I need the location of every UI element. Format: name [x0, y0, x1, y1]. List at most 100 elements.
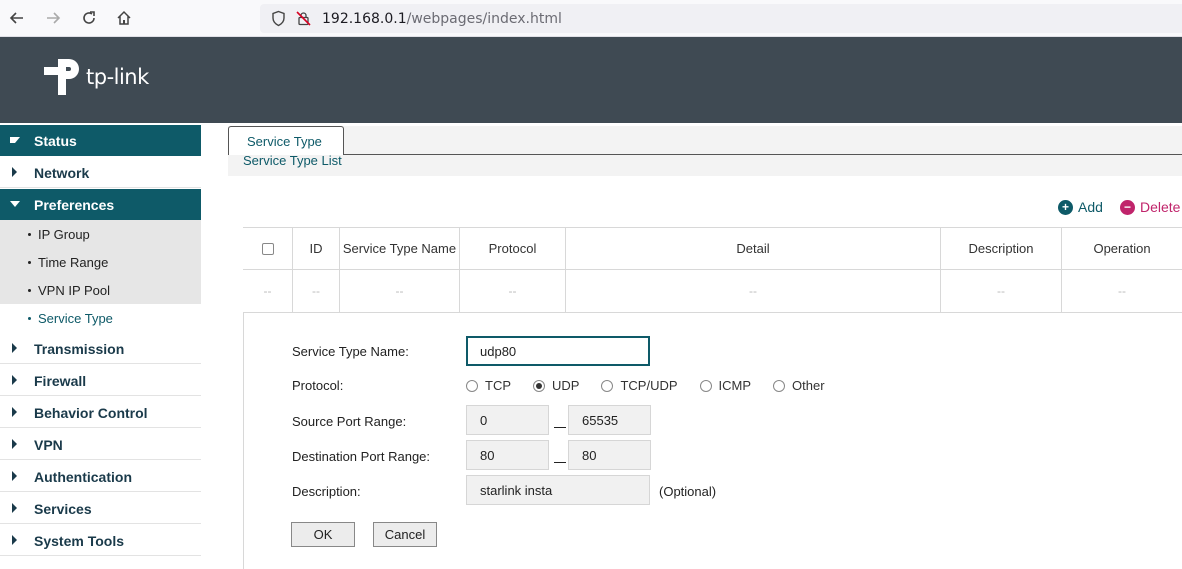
- sidebar-subitem-service-type[interactable]: Service Type: [0, 304, 201, 332]
- chevron-right-icon: [12, 407, 17, 417]
- destination-port-range-label: Destination Port Range:: [292, 449, 431, 464]
- column-header-protocol[interactable]: Protocol: [460, 228, 566, 269]
- radio-icon: [466, 379, 478, 392]
- source-port-to-input[interactable]: 65535: [568, 405, 651, 435]
- service-type-name-input[interactable]: udp80: [466, 336, 650, 366]
- sidebar-item-label: Firewall: [34, 373, 87, 389]
- app-header: tp-link: [0, 37, 1182, 123]
- browser-toolbar: 192.168.0.1/webpages/index.html: [0, 0, 1182, 37]
- radio-label: ICMP: [718, 378, 752, 393]
- column-header-detail[interactable]: Detail: [566, 228, 941, 269]
- bullet-icon: [28, 289, 31, 292]
- sidebar-item-label: Authentication: [34, 469, 132, 485]
- destination-port-from-input[interactable]: 80: [466, 440, 549, 470]
- sidebar-subitem-time-range[interactable]: Time Range: [0, 248, 201, 276]
- url-text: 192.168.0.1/webpages/index.html: [322, 11, 562, 27]
- sidebar-subitem-label: IP Group: [38, 227, 90, 242]
- back-icon[interactable]: [6, 7, 28, 29]
- tab-service-type[interactable]: Service Type: [228, 126, 344, 155]
- sidebar-subitem-label: VPN IP Pool: [38, 283, 111, 298]
- chevron-right-icon: [12, 535, 17, 545]
- delete-button[interactable]: − Delete: [1120, 199, 1180, 215]
- chevron-right-icon: [12, 375, 17, 385]
- description-input[interactable]: starlink insta: [466, 475, 650, 505]
- table-cell: --: [460, 270, 566, 312]
- sidebar-item-system-tools[interactable]: System Tools: [0, 525, 201, 556]
- optional-hint: (Optional): [659, 484, 717, 499]
- sidebar-item-vpn[interactable]: VPN: [0, 429, 201, 460]
- table-cell: --: [243, 270, 293, 312]
- section-title: Service Type List: [243, 153, 342, 168]
- bullet-icon: [28, 261, 31, 264]
- destination-port-to-input[interactable]: 80: [568, 440, 651, 470]
- range-dash: [554, 427, 566, 428]
- sidebar-item-label: Status: [34, 133, 77, 149]
- add-button[interactable]: + Add: [1058, 199, 1103, 215]
- forward-icon[interactable]: [42, 7, 64, 29]
- sidebar-item-label: Services: [34, 501, 92, 517]
- radio-label: TCP: [485, 378, 511, 393]
- sidebar-item-status[interactable]: Status: [0, 125, 201, 156]
- insecure-lock-icon[interactable]: [295, 10, 312, 27]
- radio-label: TCP/UDP: [620, 378, 678, 393]
- select-all-checkbox[interactable]: [261, 242, 274, 255]
- protocol-radio-tcp[interactable]: TCP: [466, 378, 511, 393]
- description-label: Description:: [292, 484, 361, 499]
- sidebar-item-network[interactable]: Network: [0, 157, 201, 188]
- sidebar-item-authentication[interactable]: Authentication: [0, 461, 201, 492]
- table-cell: --: [340, 270, 460, 312]
- source-port-range-label: Source Port Range:: [292, 414, 407, 429]
- sidebar-subitem-ip-group[interactable]: IP Group: [0, 220, 201, 248]
- sidebar: Status Network Preferences IP Group Time…: [0, 123, 201, 569]
- shield-icon[interactable]: [270, 10, 287, 27]
- bullet-icon: [28, 233, 31, 236]
- sidebar-item-behavior-control[interactable]: Behavior Control: [0, 397, 201, 428]
- column-header-service-type-name[interactable]: Service Type Name: [340, 228, 460, 269]
- delete-label: Delete: [1140, 199, 1181, 215]
- protocol-radio-tcp-udp[interactable]: TCP/UDP: [601, 378, 678, 393]
- column-header-operation[interactable]: Operation: [1062, 228, 1182, 269]
- radio-label: Other: [792, 378, 825, 393]
- service-type-form: Service Type Name: udp80 Protocol: TCP U…: [243, 313, 1182, 569]
- protocol-radio-icmp[interactable]: ICMP: [699, 378, 752, 393]
- sidebar-item-label: Network: [34, 165, 90, 181]
- table-cell: --: [293, 270, 340, 312]
- protocol-radio-other[interactable]: Other: [773, 378, 825, 393]
- sidebar-subitem-vpn-ip-pool[interactable]: VPN IP Pool: [0, 276, 201, 304]
- column-header-description[interactable]: Description: [941, 228, 1062, 269]
- range-dash: [554, 462, 566, 463]
- bullet-icon: [28, 317, 31, 320]
- table-cell: --: [566, 270, 941, 312]
- add-label: Add: [1078, 199, 1103, 215]
- source-port-from-input[interactable]: 0: [466, 405, 549, 435]
- sidebar-item-label: Behavior Control: [34, 405, 148, 421]
- select-all-cell: [243, 228, 293, 269]
- tp-link-logo: tp-link: [42, 55, 149, 99]
- url-path: /webpages/index.html: [406, 11, 562, 27]
- sidebar-item-label: System Tools: [34, 533, 124, 549]
- sidebar-item-preferences[interactable]: Preferences: [0, 189, 201, 220]
- home-icon[interactable]: [113, 7, 135, 29]
- reload-icon[interactable]: [78, 7, 100, 29]
- chevron-right-icon: [12, 471, 17, 481]
- chevron-right-icon: [12, 343, 17, 353]
- cancel-button[interactable]: Cancel: [373, 522, 437, 547]
- logo-text: tp-link: [86, 65, 149, 89]
- radio-icon: [773, 379, 786, 392]
- chevron-right-icon: [12, 167, 17, 177]
- table-cell: --: [1118, 284, 1126, 298]
- protocol-label: Protocol:: [292, 378, 344, 393]
- column-header-id[interactable]: ID: [293, 228, 340, 269]
- chevron-down-icon: [10, 201, 20, 207]
- sidebar-item-firewall[interactable]: Firewall: [0, 365, 201, 396]
- sidebar-item-services[interactable]: Services: [0, 493, 201, 524]
- tp-link-logo-icon: [44, 59, 79, 95]
- table-cell: --: [941, 270, 1062, 312]
- url-host: 192.168.0.1: [322, 11, 407, 27]
- ok-button[interactable]: OK: [291, 522, 355, 547]
- protocol-radio-udp[interactable]: UDP: [533, 378, 579, 393]
- sidebar-item-transmission[interactable]: Transmission: [0, 333, 201, 364]
- radio-checked-icon: [533, 379, 545, 392]
- chevron-right-icon: [10, 137, 20, 143]
- address-bar[interactable]: 192.168.0.1/webpages/index.html: [260, 4, 1182, 33]
